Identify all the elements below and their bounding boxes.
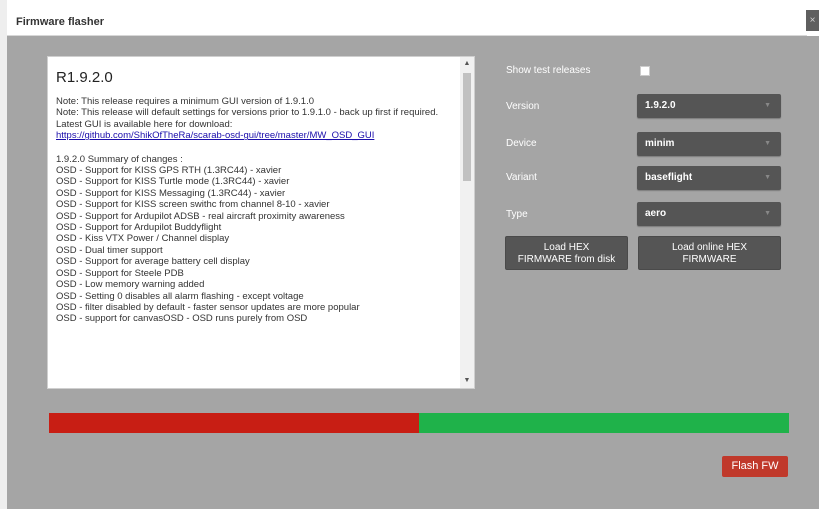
load-online-hex-button[interactable]: Load online HEX FIRMWARE <box>638 236 781 270</box>
load-hex-disk-line1: Load HEX <box>543 242 590 253</box>
change-item: OSD - Support for KISS Turtle mode (1.3R… <box>56 176 290 188</box>
flash-fw-button[interactable]: Flash FW <box>722 456 788 477</box>
chevron-down-icon: ▼ <box>764 174 771 181</box>
flash-progress-fill <box>49 413 419 433</box>
download-gui-link[interactable]: https://github.com/ShikOfTheRa/scarab-os… <box>56 130 374 141</box>
type-select[interactable]: aero ▼ <box>637 202 781 226</box>
close-button[interactable]: × <box>806 10 819 31</box>
change-item: OSD - support for canvasOSD - OSD runs p… <box>56 313 308 325</box>
change-item: OSD - Setting 0 disables all alarm flash… <box>56 290 304 302</box>
note-line: Note: This release requires a minimum GU… <box>56 96 315 107</box>
note-line: Latest GUI is available here for downloa… <box>56 118 233 130</box>
chevron-down-icon: ▼ <box>764 102 771 109</box>
show-test-releases-label: Show test releases <box>506 65 591 76</box>
chevron-down-icon: ▼ <box>764 210 771 217</box>
scroll-up-icon[interactable]: ▲ <box>460 57 474 71</box>
device-label: Device <box>506 138 537 149</box>
change-item: OSD - Dual timer support <box>56 244 163 256</box>
variant-label: Variant <box>506 172 537 183</box>
change-item: OSD - Support for Ardupilot Buddyflight <box>56 222 222 234</box>
load-online-hex-line1: Load online HEX <box>671 242 748 253</box>
change-item: OSD - filter disabled by default - faste… <box>56 301 360 313</box>
summary-header: 1.9.2.0 Summary of changes : <box>56 153 183 165</box>
window-titlebar: Firmware flasher <box>7 8 807 36</box>
version-select[interactable]: 1.9.2.0 ▼ <box>637 94 781 118</box>
change-item: OSD - Support for KISS screen swithc fro… <box>56 199 330 211</box>
release-title: R1.9.2.0 <box>56 69 113 86</box>
load-hex-disk-line2: FIRMWARE from disk <box>517 254 616 265</box>
type-label: Type <box>506 209 528 220</box>
version-value: 1.9.2.0 <box>645 100 676 111</box>
change-item: OSD - Support for Ardupilot ADSB - real … <box>56 210 345 222</box>
device-value: minim <box>645 138 675 149</box>
release-notes-text: Note: This release requires a minimum GU… <box>56 96 452 325</box>
device-select[interactable]: minim ▼ <box>637 132 781 156</box>
change-item: OSD - Support for KISS Messaging (1.3RC4… <box>56 187 286 199</box>
version-label: Version <box>506 101 540 112</box>
type-value: aero <box>645 208 667 219</box>
chevron-down-icon: ▼ <box>764 140 771 147</box>
load-hex-disk-button[interactable]: Load HEX FIRMWARE from disk <box>505 236 628 270</box>
note-line: Note: This release will default settings… <box>56 107 439 119</box>
firmware-flasher-panel: R1.9.2.0 Note: This release requires a m… <box>7 36 819 509</box>
release-notes-panel[interactable]: R1.9.2.0 Note: This release requires a m… <box>47 56 475 389</box>
change-item: OSD - Support for Steele PDB <box>56 267 184 279</box>
flash-progress-bar <box>49 413 789 433</box>
change-item: OSD - Kiss VTX Power / Channel display <box>56 233 230 245</box>
window-title: Firmware flasher <box>16 16 105 28</box>
show-test-releases-checkbox[interactable] <box>640 66 650 76</box>
close-icon: × <box>809 15 816 26</box>
change-item: OSD - Support for average battery cell d… <box>56 256 250 268</box>
left-edge-strip <box>0 0 7 509</box>
change-item: OSD - Low memory warning added <box>56 279 205 291</box>
scroll-down-icon[interactable]: ▼ <box>460 374 474 388</box>
variant-select[interactable]: baseflight ▼ <box>637 166 781 190</box>
release-notes-content: R1.9.2.0 Note: This release requires a m… <box>56 69 452 325</box>
scrollbar-thumb[interactable] <box>463 73 471 181</box>
load-online-hex-line2: FIRMWARE <box>682 254 737 265</box>
variant-value: baseflight <box>645 172 693 183</box>
change-item: OSD - Support for KISS GPS RTH (1.3RC44)… <box>56 165 282 177</box>
release-notes-scrollbar[interactable]: ▲ ▼ <box>460 57 474 388</box>
